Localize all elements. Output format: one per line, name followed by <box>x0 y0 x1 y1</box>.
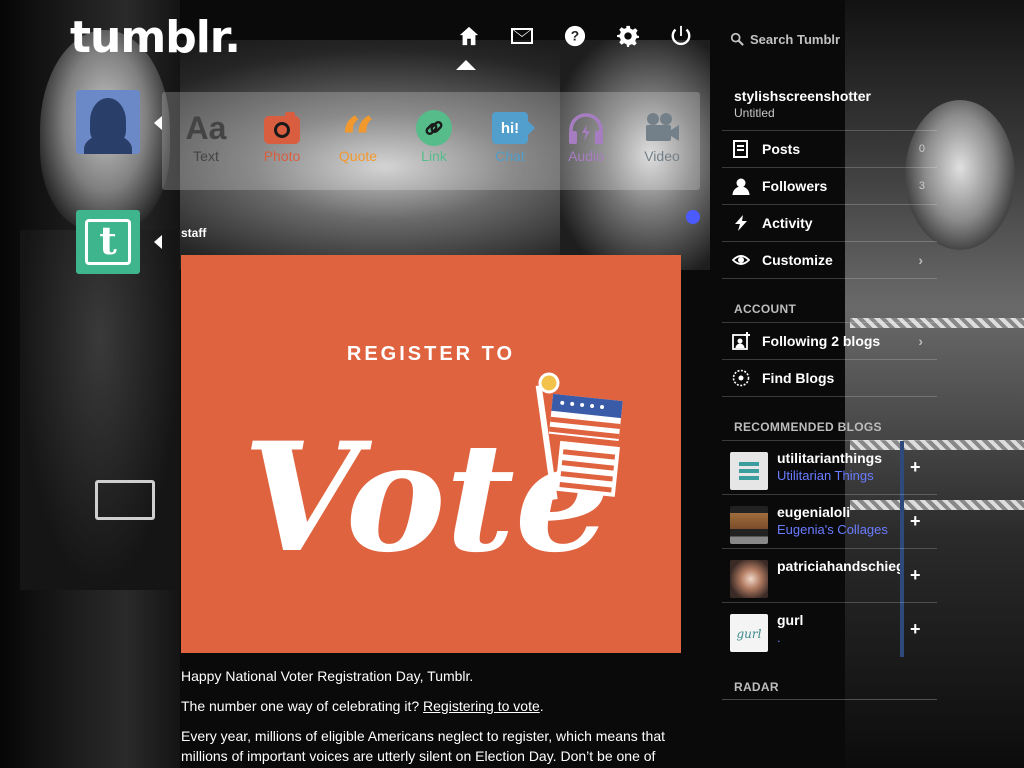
follow-plus-icon[interactable]: + <box>910 565 921 586</box>
blog-avatar <box>730 560 768 598</box>
post-paragraph: Every year, millions of eligible America… <box>181 728 666 764</box>
post-type-bar: Aa Text Photo “ Quote Link hi! Chat Audi… <box>162 92 700 190</box>
account-heading: ACCOUNT <box>734 302 797 316</box>
help-icon[interactable]: ? <box>561 24 588 48</box>
active-nav-caret <box>456 60 476 70</box>
link-icon <box>416 110 452 146</box>
post-body: Happy National Voter Registration Day, T… <box>181 666 686 768</box>
blog-avatar <box>730 452 768 490</box>
post-type-text[interactable]: Aa Text <box>168 92 244 190</box>
sidebar-item-activity[interactable]: Activity <box>722 204 937 241</box>
follow-plus-icon[interactable]: + <box>910 511 921 532</box>
post-type-video[interactable]: Video <box>624 92 700 190</box>
post-type-audio[interactable]: Audio <box>548 92 624 190</box>
followers-count: 3 <box>918 180 925 192</box>
sidebar-item-posts[interactable]: Posts 0 <box>722 130 937 167</box>
chevron-right-icon: › <box>918 333 923 349</box>
recommended-blog[interactable]: eugenialoli Eugenia's Collages + <box>722 494 937 549</box>
vote-artwork: Vote <box>243 372 623 586</box>
svg-text:?: ? <box>570 29 578 44</box>
register-to-vote-link[interactable]: Registering to vote <box>423 698 540 714</box>
follow-plus-icon[interactable]: + <box>910 619 921 640</box>
followers-icon <box>732 177 750 195</box>
envelope-icon[interactable] <box>508 24 535 48</box>
post-type-link[interactable]: Link <box>396 92 472 190</box>
home-icon[interactable] <box>455 24 482 48</box>
blog-name[interactable]: stylishscreenshotter <box>734 88 871 104</box>
recommended-blog[interactable]: gurl gurl . + <box>722 602 937 657</box>
sidebar-item-customize[interactable]: Customize › <box>722 241 937 278</box>
chat-icon: hi! <box>492 112 535 144</box>
chevron-right-icon: › <box>918 252 923 268</box>
blog-avatar: gurl <box>730 614 768 652</box>
posts-icon <box>732 140 750 158</box>
blog-avatar <box>730 506 768 544</box>
blog-title: Untitled <box>734 106 775 120</box>
staff-avatar[interactable]: t <box>76 210 140 274</box>
recommended-blog[interactable]: utilitarianthings Utilitarian Things + <box>722 440 937 495</box>
tumblr-logo[interactable]: tumblr. <box>70 12 241 63</box>
post-type-photo[interactable]: Photo <box>244 92 320 190</box>
sidebar-item-followers[interactable]: Followers 3 <box>722 167 937 204</box>
add-person-icon <box>732 332 750 350</box>
post-paragraph: The number one way of celebrating it? Re… <box>181 698 544 714</box>
radar-heading: RADAR <box>734 680 779 694</box>
follow-plus-icon[interactable]: + <box>910 457 921 478</box>
post-type-quote[interactable]: “ Quote <box>320 92 396 190</box>
camera-icon <box>263 110 301 146</box>
eye-icon <box>732 251 750 269</box>
svg-text:gurl: gurl <box>737 627 762 641</box>
gear-icon[interactable] <box>614 24 641 48</box>
headphones-icon <box>567 110 605 146</box>
post-image[interactable]: REGISTER TO Vote <box>181 255 681 653</box>
power-icon[interactable] <box>667 24 694 48</box>
top-navigation: ? <box>455 24 694 48</box>
sidebar-item-find-blogs[interactable]: Find Blogs <box>722 359 937 396</box>
notification-dot[interactable] <box>686 210 700 224</box>
quote-icon: “ <box>340 110 376 146</box>
post-paragraph: Happy National Voter Registration Day, T… <box>181 668 474 684</box>
posts-count: 0 <box>918 143 925 155</box>
post-pointer <box>154 235 162 249</box>
video-camera-icon <box>643 110 681 146</box>
text-icon: Aa <box>185 110 227 146</box>
post-type-chat[interactable]: hi! Chat <box>472 92 548 190</box>
avatar-pointer <box>154 116 162 130</box>
recommended-blog[interactable]: patriciahandschiegel + <box>722 548 937 603</box>
lightning-icon <box>732 214 750 232</box>
post-author[interactable]: staff <box>181 226 206 240</box>
recommended-heading: RECOMMENDED BLOGS <box>734 420 882 434</box>
search-icon <box>730 32 744 46</box>
compass-icon <box>732 369 750 387</box>
sidebar-item-following[interactable]: Following 2 blogs › <box>722 322 937 359</box>
search-box[interactable]: Search Tumblr <box>730 28 850 50</box>
my-avatar[interactable] <box>76 90 140 154</box>
search-input[interactable]: Search Tumblr <box>750 32 840 47</box>
